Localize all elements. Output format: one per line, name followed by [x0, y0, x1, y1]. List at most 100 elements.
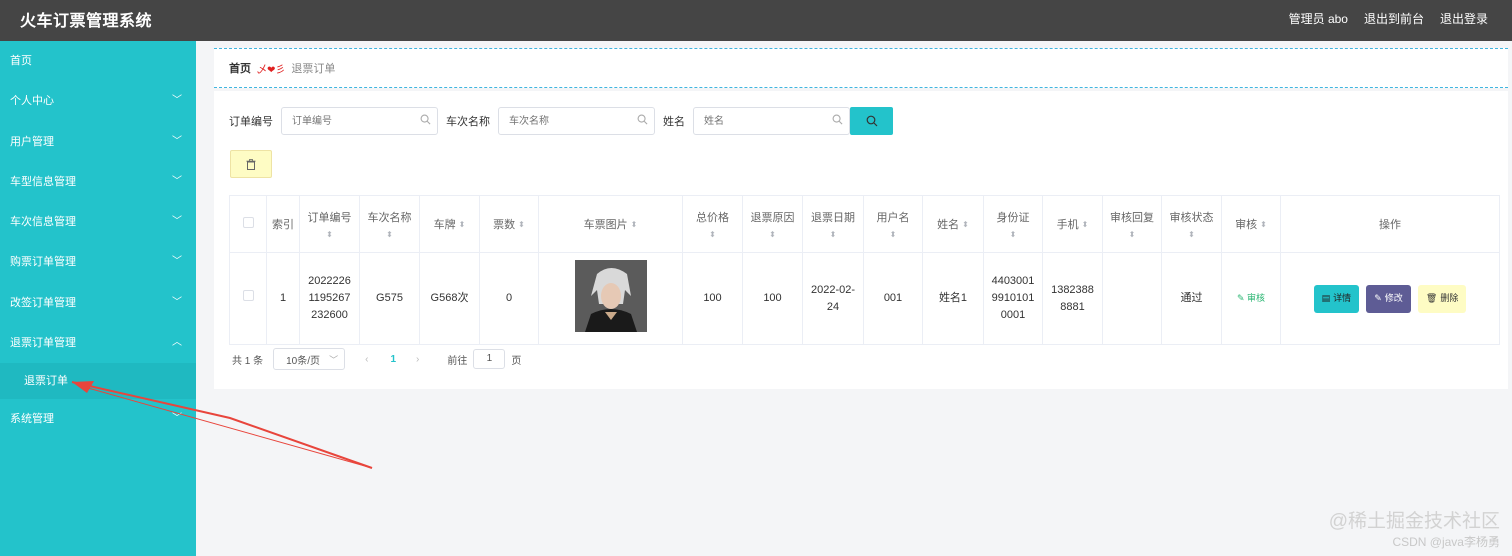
- ticket-thumbnail-image[interactable]: [574, 259, 647, 332]
- chevron-down-icon: ﹀: [172, 95, 182, 107]
- column-header[interactable]: 审核状态 ⬍: [1161, 195, 1222, 253]
- page-number[interactable]: 1: [390, 354, 396, 365]
- chevron-down-icon: ﹀: [172, 256, 182, 268]
- order-no-field[interactable]: [281, 107, 438, 135]
- detail-button[interactable]: ▤ 详情: [1313, 284, 1360, 313]
- cell-name: 姓名1: [922, 252, 984, 345]
- page-jump-input[interactable]: 1: [473, 349, 506, 369]
- edit-icon: ✎: [1236, 293, 1245, 303]
- column-header[interactable]: 审核 ⬍: [1221, 195, 1281, 253]
- sort-icon[interactable]: ⬍: [683, 230, 742, 239]
- sort-icon[interactable]: ⬍: [864, 230, 922, 239]
- cell-actions: ▤ 详情 ✎ 修改 🗑 删除: [1280, 252, 1500, 345]
- sort-icon[interactable]: ⬍: [984, 230, 1042, 239]
- header-select-all[interactable]: [229, 195, 267, 253]
- chevron-down-icon: ﹀: [329, 354, 339, 365]
- column-header[interactable]: 退票原因 ⬍: [742, 195, 803, 253]
- chevron-down-icon: ﹀: [172, 413, 182, 425]
- row-select-cell[interactable]: [229, 252, 267, 345]
- sidebar-subitem-refund-orders[interactable]: 退票订单: [0, 363, 196, 400]
- batch-delete-button[interactable]: [230, 150, 272, 178]
- audit-link[interactable]: ✎ 审核: [1237, 293, 1265, 303]
- sort-icon[interactable]: ⬍: [300, 230, 359, 239]
- document-icon: ▤: [1321, 293, 1331, 303]
- sort-icon[interactable]: ⬍: [743, 230, 802, 239]
- chevron-up-icon: ︿: [172, 337, 182, 349]
- search-button[interactable]: [850, 107, 893, 135]
- sort-icon[interactable]: ⬍: [518, 221, 525, 229]
- column-header[interactable]: 订单编号 ⬍: [299, 195, 360, 253]
- logout-link[interactable]: 退出登录: [1440, 10, 1488, 27]
- column-header[interactable]: 身份证 ⬍: [983, 195, 1043, 253]
- sidebar-item-label: 购票订单管理: [10, 256, 76, 269]
- breadcrumb-bar: 首页 乄❤彡 退票订单: [214, 48, 1508, 88]
- cell-ticket-image: [538, 252, 683, 345]
- sidebar-item-home[interactable]: 首页: [0, 41, 196, 81]
- sidebar-item-purchase-orders[interactable]: 购票订单管理 ﹀: [0, 242, 196, 282]
- name-field[interactable]: [693, 107, 850, 135]
- cell-refund-date: 2022-02-24: [802, 252, 864, 345]
- cell-reply: [1102, 252, 1162, 345]
- chevron-down-icon: ﹀: [172, 296, 182, 308]
- search-icon: [866, 115, 877, 127]
- column-header[interactable]: 手机 ⬍: [1042, 195, 1103, 253]
- chevron-down-icon: ﹀: [172, 135, 182, 147]
- sidebar-item-personal[interactable]: 个人中心 ﹀: [0, 81, 196, 121]
- sort-icon[interactable]: ⬍: [631, 221, 638, 229]
- search-icon: [420, 114, 431, 125]
- cell-index: 1: [266, 252, 300, 345]
- cell-id-card: 440300199101010001: [983, 252, 1043, 345]
- delete-button[interactable]: 🗑 删除: [1417, 284, 1467, 313]
- column-header[interactable]: 总价格 ⬍: [682, 195, 743, 253]
- sidebar-item-label: 车次信息管理: [10, 216, 76, 229]
- sidebar-item-car-types[interactable]: 车型信息管理 ﹀: [0, 162, 196, 202]
- sort-icon[interactable]: ⬍: [360, 230, 419, 239]
- sort-icon[interactable]: ⬍: [803, 230, 863, 239]
- sidebar-item-refund-management[interactable]: 退票订单管理 ︿: [0, 323, 196, 363]
- row-checkbox[interactable]: [242, 290, 254, 301]
- sort-icon[interactable]: ⬍: [1260, 221, 1267, 229]
- name-input[interactable]: [694, 108, 849, 134]
- column-header: 索引: [266, 195, 300, 253]
- column-header[interactable]: 审核回复 ⬍: [1102, 195, 1162, 253]
- train-name-label: 车次名称: [446, 116, 490, 128]
- sort-icon[interactable]: ⬍: [459, 221, 466, 229]
- train-name-field[interactable]: [498, 107, 655, 135]
- column-header[interactable]: 姓名 ⬍: [922, 195, 984, 253]
- column-header[interactable]: 票数 ⬍: [479, 195, 539, 253]
- column-header[interactable]: 用户名 ⬍: [863, 195, 923, 253]
- sidebar-item-system[interactable]: 系统管理 ﹀: [0, 399, 196, 439]
- sidebar-item-label: 车型信息管理: [10, 175, 76, 188]
- column-header[interactable]: 退票日期 ⬍: [802, 195, 864, 253]
- chevron-down-icon: ﹀: [172, 175, 182, 187]
- sidebar-item-label: 系统管理: [10, 413, 54, 426]
- sort-icon[interactable]: ⬍: [1082, 221, 1089, 229]
- prev-page-button[interactable]: ‹: [365, 354, 368, 365]
- select-all-checkbox[interactable]: [242, 217, 254, 228]
- sidebar-item-change-orders[interactable]: 改签订单管理 ﹀: [0, 283, 196, 323]
- sort-icon[interactable]: ⬍: [1162, 230, 1221, 239]
- breadcrumb-home[interactable]: 首页: [229, 60, 251, 76]
- sidebar-item-label: 首页: [10, 55, 32, 67]
- exit-to-front-link[interactable]: 退出到前台: [1364, 10, 1424, 27]
- column-header[interactable]: 车牌 ⬍: [419, 195, 480, 253]
- edit-button[interactable]: ✎ 修改: [1366, 284, 1411, 313]
- trash-icon: 🗑: [1425, 293, 1438, 303]
- cell-order-no: 20222261195267232600: [299, 252, 360, 345]
- order-no-input[interactable]: [282, 108, 437, 134]
- current-user: 管理员 abo: [1288, 12, 1348, 26]
- sidebar-item-label: 改签订单管理: [10, 296, 76, 309]
- next-page-button[interactable]: ›: [416, 354, 419, 365]
- sidebar-item-users[interactable]: 用户管理 ﹀: [0, 122, 196, 162]
- sort-icon[interactable]: ⬍: [962, 221, 969, 229]
- sidebar-item-trains[interactable]: 车次信息管理 ﹀: [0, 202, 196, 242]
- goto-label: 前往: [447, 355, 468, 367]
- cell-count: 0: [479, 252, 539, 345]
- column-header[interactable]: 车票图片 ⬍: [538, 195, 683, 253]
- sort-icon[interactable]: ⬍: [1103, 230, 1161, 239]
- train-name-input[interactable]: [499, 108, 654, 134]
- cell-audit: ✎ 审核: [1221, 252, 1281, 345]
- app-title: 火车订票管理系统: [20, 13, 153, 30]
- column-header[interactable]: 车次名称 ⬍: [359, 195, 420, 253]
- page-size-select[interactable]: 10条/页 ﹀: [273, 348, 346, 370]
